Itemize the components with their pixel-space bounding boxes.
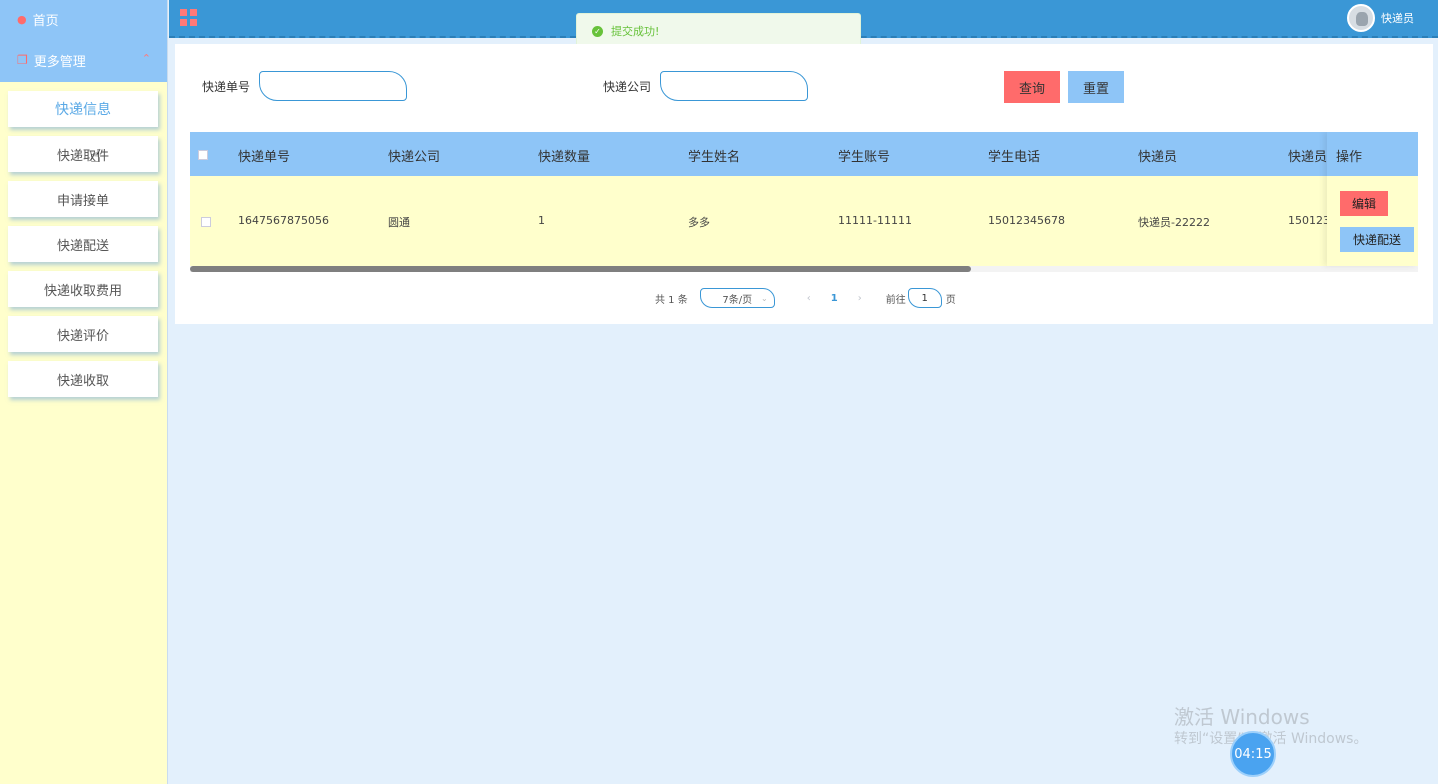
page-suffix: 页 bbox=[945, 294, 956, 306]
cell-student-phone: 15012345678 bbox=[988, 214, 1065, 227]
header-courier[interactable]: 快递员 bbox=[1138, 146, 1177, 165]
query-button[interactable]: 查询 bbox=[1004, 71, 1060, 103]
table-header: 快递单号 快递公司 快递数量 学生姓名 学生账号 学生电话 快递员 快递员 bbox=[190, 132, 1418, 176]
header-courier-phone[interactable]: 快递员 bbox=[1288, 146, 1327, 165]
page-size-select[interactable]: 7条/页 ⌄ bbox=[699, 288, 775, 308]
cell-tracking-number: 1647567875056 bbox=[238, 214, 329, 227]
sidebar: ● 首页 ❐ 更多管理 ⌃ 快递信息 快递取件 ☝ 申请接单 快递配送 快递收取费… bbox=[0, 0, 168, 784]
sidebar-item-label: 快递评价 bbox=[56, 328, 109, 344]
header-quantity[interactable]: 快递数量 bbox=[538, 146, 590, 165]
goto-label: 前往 bbox=[885, 294, 906, 306]
deliver-button[interactable]: 快递配送 bbox=[1340, 227, 1414, 252]
header-student-name[interactable]: 学生姓名 bbox=[688, 146, 740, 165]
express-table: 快递单号 快递公司 快递数量 学生姓名 学生账号 学生电话 快递员 快递员 16… bbox=[190, 132, 1418, 274]
reset-button[interactable]: 重置 bbox=[1068, 71, 1124, 103]
page-number-current[interactable]: 1 bbox=[831, 293, 838, 304]
operations-column: 操作 编辑 快递配送 bbox=[1327, 132, 1418, 266]
tracking-number-input[interactable] bbox=[259, 71, 407, 101]
sidebar-item-label: 申请接单 bbox=[56, 193, 109, 209]
horizontal-scrollbar-thumb[interactable] bbox=[190, 266, 971, 272]
pagination: 共 1 条 7条/页 ⌄ ‹ 1 › 前往 1 页 bbox=[655, 288, 956, 308]
page-size-value: 7条/页 bbox=[722, 294, 753, 306]
sidebar-group-more[interactable]: ❐ 更多管理 ⌃ bbox=[0, 38, 167, 82]
sidebar-item-express-info[interactable]: 快递信息 bbox=[8, 91, 158, 127]
header-student-account[interactable]: 学生账号 bbox=[838, 146, 890, 165]
sidebar-item-label: 快递收取 bbox=[56, 373, 109, 389]
user-name: 快递员 bbox=[1381, 12, 1414, 25]
tracking-number-label: 快递单号 bbox=[202, 80, 251, 94]
sidebar-group-label: 更多管理 bbox=[33, 54, 86, 70]
sidebar-item-label: 快递信息 bbox=[55, 102, 111, 118]
sidebar-item-label: 快递取件 bbox=[56, 148, 109, 164]
check-circle-icon: ✓ bbox=[592, 25, 603, 37]
home-icon: ● bbox=[17, 12, 27, 26]
cell-student-account: 11111-11111 bbox=[838, 214, 912, 227]
sidebar-item-express-pickup[interactable]: 快递取件 ☝ bbox=[8, 136, 158, 172]
user-menu[interactable]: 快递员 bbox=[1347, 4, 1414, 32]
cell-student-name: 多多 bbox=[688, 216, 710, 229]
sidebar-item-express-delivery[interactable]: 快递配送 bbox=[8, 226, 158, 262]
company-input[interactable] bbox=[660, 71, 808, 101]
horizontal-scrollbar-track[interactable] bbox=[190, 266, 1418, 272]
copy-icon: ❐ bbox=[17, 53, 28, 67]
sidebar-item-express-fee[interactable]: 快递收取费用 bbox=[8, 271, 158, 307]
goto-page-input[interactable]: 1 bbox=[907, 288, 942, 308]
row-checkbox[interactable] bbox=[201, 217, 211, 227]
header-tracking-number[interactable]: 快递单号 bbox=[238, 146, 290, 165]
next-page-icon[interactable]: › bbox=[858, 293, 862, 304]
edit-button[interactable]: 编辑 bbox=[1340, 191, 1388, 216]
cell-quantity: 1 bbox=[538, 214, 545, 227]
toast-message: 提交成功! bbox=[611, 25, 660, 38]
header-company[interactable]: 快递公司 bbox=[388, 146, 440, 165]
sidebar-item-label: 快递收取费用 bbox=[43, 283, 122, 299]
sidebar-item-label: 快递配送 bbox=[56, 238, 109, 254]
header-student-phone[interactable]: 学生电话 bbox=[988, 146, 1040, 165]
sidebar-item-express-receive[interactable]: 快递收取 bbox=[8, 361, 158, 397]
prev-page-icon[interactable]: ‹ bbox=[807, 293, 811, 304]
avatar bbox=[1347, 4, 1375, 32]
sidebar-menu: 快递信息 快递取件 ☝ 申请接单 快递配送 快递收取费用 快递评价 快递收取 bbox=[0, 82, 167, 397]
sidebar-item-apply-order[interactable]: 申请接单 bbox=[8, 181, 158, 217]
operations-header-label: 操作 bbox=[1336, 150, 1363, 165]
grid-menu-icon[interactable] bbox=[180, 9, 197, 26]
activation-watermark-title: 激活 Windows bbox=[1174, 705, 1310, 729]
floating-clock: 04:15 bbox=[1230, 731, 1276, 777]
sidebar-home-label: 首页 bbox=[32, 13, 59, 29]
pagination-total: 共 1 条 bbox=[655, 294, 688, 306]
operations-header: 操作 bbox=[1327, 132, 1418, 176]
cell-company: 圆通 bbox=[388, 216, 410, 229]
main-card: 快递单号 快递公司 查询 重置 快递单号 快递公司 快递数量 学生姓名 学生账号… bbox=[175, 44, 1433, 324]
select-all-checkbox[interactable] bbox=[198, 150, 208, 160]
table-row: 1647567875056 圆通 1 多多 11111-11111 150123… bbox=[190, 176, 1418, 266]
sidebar-home[interactable]: ● 首页 bbox=[0, 0, 167, 38]
chevron-up-icon: ⌃ bbox=[141, 52, 151, 65]
company-label: 快递公司 bbox=[603, 80, 652, 94]
hand-cursor-icon: ☝ bbox=[90, 146, 101, 167]
sidebar-item-express-review[interactable]: 快递评价 bbox=[8, 316, 158, 352]
chevron-down-icon: ⌄ bbox=[761, 293, 768, 303]
cell-courier: 快递员-22222 bbox=[1138, 216, 1210, 229]
